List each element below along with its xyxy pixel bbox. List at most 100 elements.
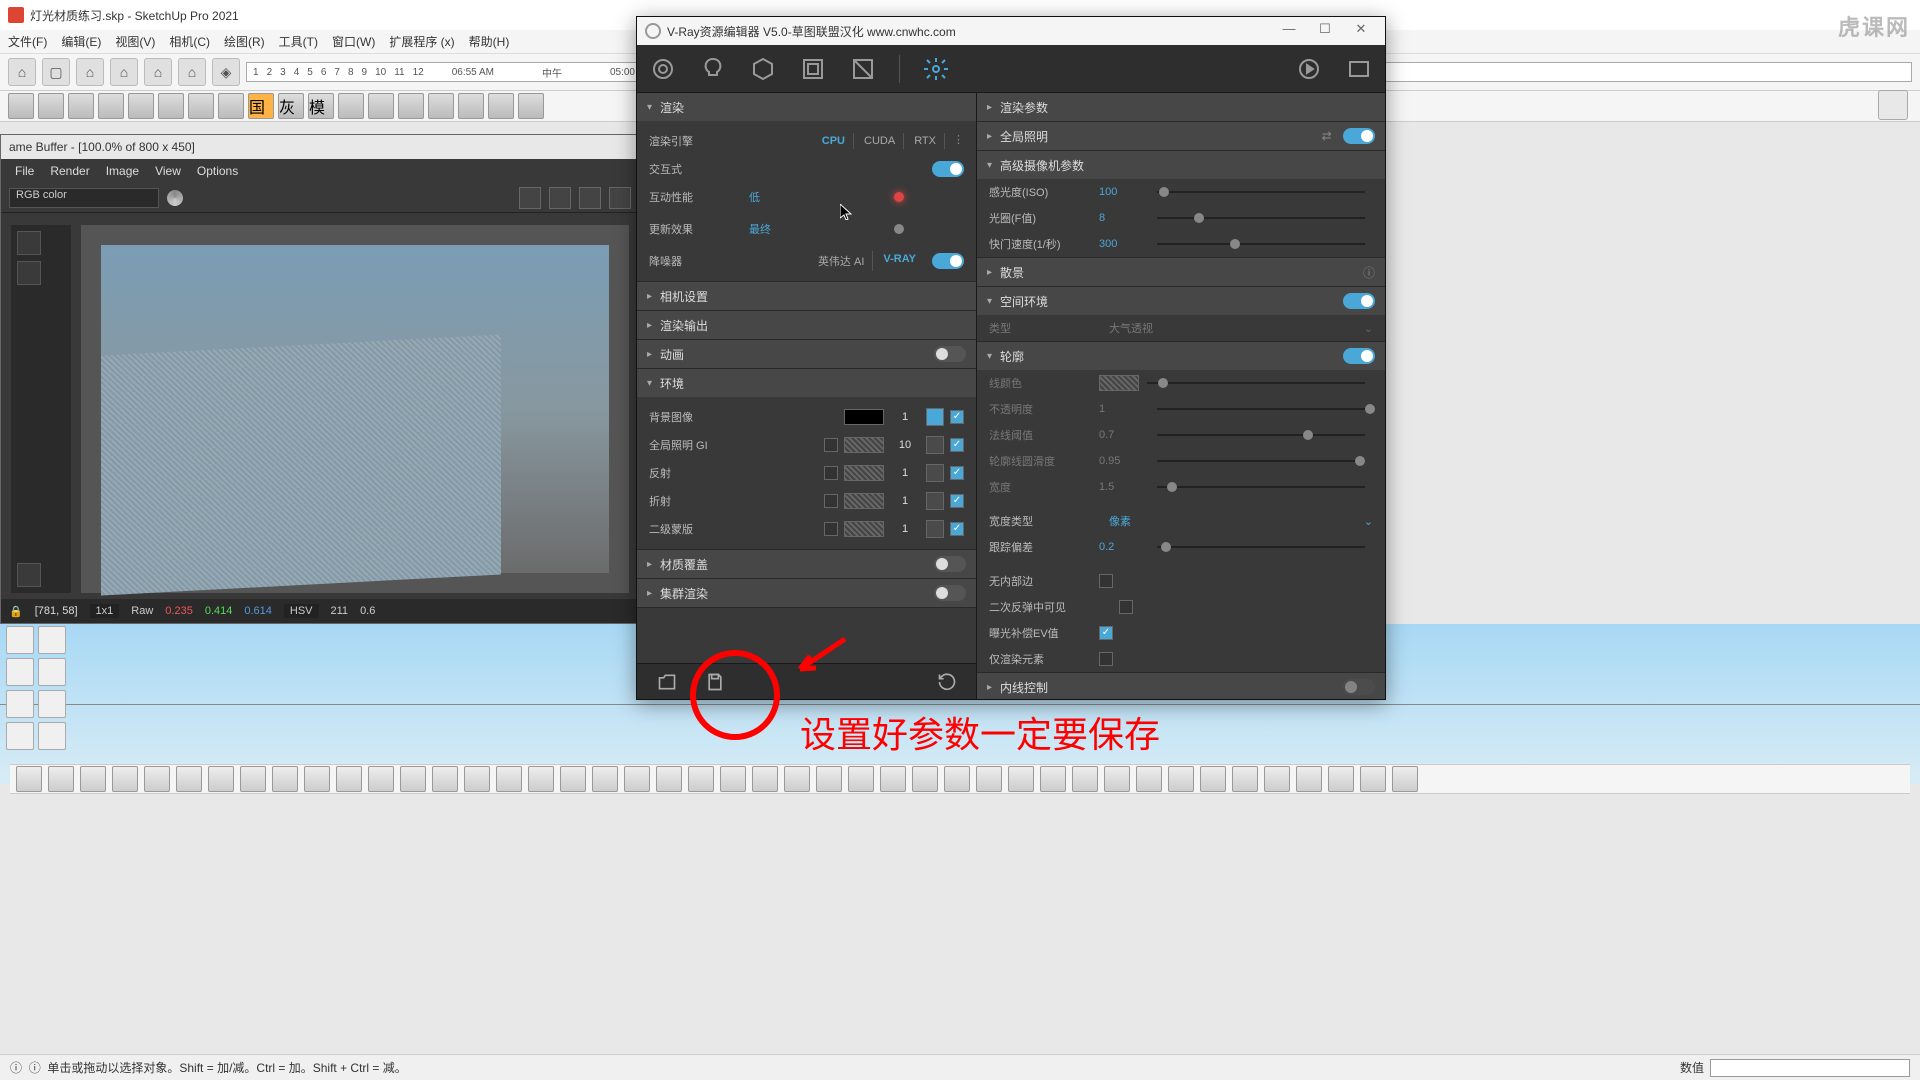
bt-icon[interactable] (272, 766, 298, 792)
hsv-mode[interactable]: HSV (284, 604, 319, 618)
mat-override-toggle[interactable] (934, 556, 966, 572)
shadow-icon[interactable]: ◈ (212, 58, 240, 86)
bt-icon[interactable] (176, 766, 202, 792)
bt-icon[interactable] (48, 766, 74, 792)
tool-icon[interactable]: 模 (308, 93, 334, 119)
zoom-extents-icon[interactable] (38, 658, 66, 686)
bt-icon[interactable] (304, 766, 330, 792)
frame-icon[interactable] (609, 187, 631, 209)
fb-side-icon[interactable] (17, 231, 41, 255)
space-env-toggle[interactable] (1343, 293, 1375, 309)
refract-tex-icon[interactable] (926, 492, 944, 510)
tool-icon[interactable]: 灰 (278, 93, 304, 119)
house2-icon[interactable]: ⌂ (76, 58, 104, 86)
bt-icon[interactable] (656, 766, 682, 792)
reflect-override[interactable] (824, 466, 838, 480)
tool-icon[interactable] (398, 93, 424, 119)
rollout-adv-camera[interactable]: ▾高级摄像机参数 (977, 151, 1385, 179)
reflect-color[interactable] (844, 465, 884, 481)
bt-icon[interactable] (1232, 766, 1258, 792)
interactive-toggle[interactable] (932, 161, 964, 177)
outline-toggle[interactable] (1343, 348, 1375, 364)
denoiser-vray[interactable]: V-RAY (875, 251, 924, 271)
no-inner-check[interactable] (1099, 574, 1113, 588)
width-value[interactable]: 1.5 (1099, 481, 1149, 493)
bt-icon[interactable] (16, 766, 42, 792)
rollout-space-env[interactable]: ▾空间环境 (977, 287, 1385, 315)
secondary-override[interactable] (824, 522, 838, 536)
type-value[interactable]: 大气透视 (1109, 320, 1153, 336)
perf-slider[interactable] (894, 192, 904, 202)
house5-icon[interactable]: ⌂ (178, 58, 206, 86)
bt-icon[interactable] (720, 766, 746, 792)
second-reflect-check[interactable] (1119, 600, 1133, 614)
update-slider[interactable] (894, 224, 904, 234)
bt-icon[interactable] (752, 766, 778, 792)
search-icon[interactable] (17, 563, 41, 587)
bt-icon[interactable] (912, 766, 938, 792)
tool-icon[interactable]: 国 (248, 93, 274, 119)
tool-icon[interactable] (218, 93, 244, 119)
bt-icon[interactable] (240, 766, 266, 792)
fb-menu-file[interactable]: File (15, 164, 34, 178)
gi-color[interactable] (844, 437, 884, 453)
fb-menu-render[interactable]: Render (50, 164, 89, 178)
tab-geometry-icon[interactable] (749, 55, 777, 83)
normal-slider[interactable] (1157, 434, 1365, 436)
menu-file[interactable]: 文件(F) (8, 33, 47, 50)
tool-icon[interactable] (338, 93, 364, 119)
refract-override[interactable] (824, 494, 838, 508)
bt-icon[interactable] (1008, 766, 1034, 792)
fnum-slider[interactable] (1157, 217, 1365, 219)
menu-extensions[interactable]: 扩展程序 (x) (389, 33, 454, 50)
tool-icon[interactable] (68, 93, 94, 119)
gi-override[interactable] (824, 438, 838, 452)
select-icon[interactable] (6, 626, 34, 654)
tool-icon[interactable] (488, 93, 514, 119)
frame-buffer-viewport[interactable] (81, 225, 629, 593)
bt-icon[interactable] (816, 766, 842, 792)
fb-menu-view[interactable]: View (155, 164, 181, 178)
tab-render-icon[interactable] (849, 55, 877, 83)
tab-materials-icon[interactable] (649, 55, 677, 83)
bt-icon[interactable] (528, 766, 554, 792)
bt-icon[interactable] (1136, 766, 1162, 792)
bg-check[interactable] (950, 410, 964, 424)
sphere-icon[interactable] (167, 190, 183, 206)
bt-icon[interactable] (368, 766, 394, 792)
bt-icon[interactable] (208, 766, 234, 792)
minimize-button[interactable]: — (1273, 21, 1305, 41)
rollout-gi[interactable]: ▸全局照明⇄ (977, 122, 1385, 150)
fb-menu-image[interactable]: Image (106, 164, 139, 178)
tool-icon[interactable] (8, 93, 34, 119)
bt-icon[interactable] (432, 766, 458, 792)
secondary-check[interactable] (950, 522, 964, 536)
bt-icon[interactable] (144, 766, 170, 792)
reset-icon[interactable] (937, 672, 957, 692)
bt-icon[interactable] (1360, 766, 1386, 792)
bt-icon[interactable] (1296, 766, 1322, 792)
secondary-color[interactable] (844, 521, 884, 537)
normal-value[interactable]: 0.7 (1099, 429, 1149, 441)
bt-icon[interactable] (848, 766, 874, 792)
bt-icon[interactable] (1392, 766, 1418, 792)
bg-color[interactable] (844, 409, 884, 425)
tool-icon[interactable] (368, 93, 394, 119)
house4-icon[interactable]: ⌂ (144, 58, 172, 86)
line-color-slider[interactable] (1147, 382, 1365, 384)
region-icon[interactable] (579, 187, 601, 209)
tool-icon[interactable] (128, 93, 154, 119)
iso-value[interactable]: 100 (1099, 186, 1149, 198)
zoom-mode[interactable]: 1x1 (90, 604, 120, 618)
reflect-tex-icon[interactable] (926, 464, 944, 482)
shutter-slider[interactable] (1157, 243, 1365, 245)
trace-slider[interactable] (1157, 546, 1365, 548)
bt-icon[interactable] (1264, 766, 1290, 792)
bt-icon[interactable] (1072, 766, 1098, 792)
rollout-outline[interactable]: ▾轮廓 (977, 342, 1385, 370)
animation-toggle[interactable] (934, 346, 966, 362)
trace-value[interactable]: 0.2 (1099, 541, 1149, 553)
bt-icon[interactable] (112, 766, 138, 792)
bt-icon[interactable] (1104, 766, 1130, 792)
bt-icon[interactable] (880, 766, 906, 792)
